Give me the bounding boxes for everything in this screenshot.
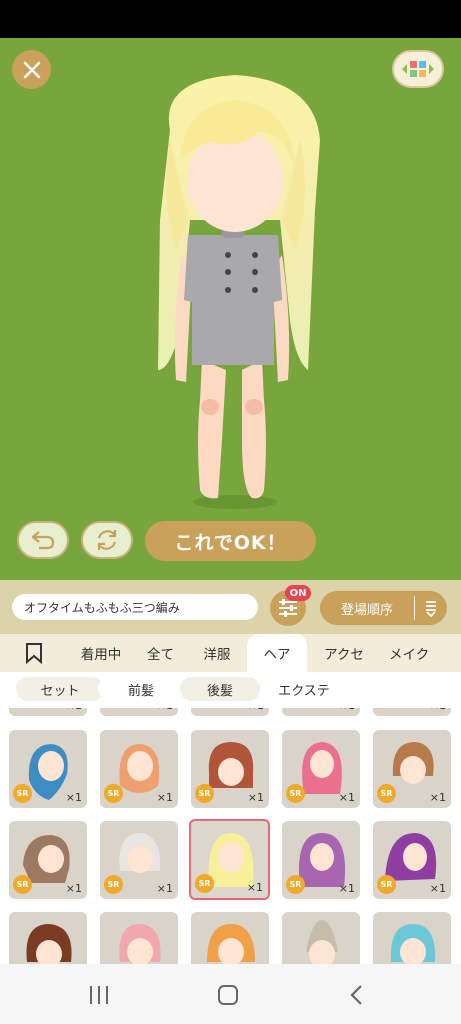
item-grid: ×1 ×1 ×1 ×1 ×1 SR ×1 SR ×1 SR ×1 SR ×1 S… [0, 708, 461, 964]
subtab-extension[interactable]: エクステ [262, 677, 346, 701]
recent-apps-icon[interactable] [88, 984, 110, 1006]
rotate-icon [97, 530, 117, 550]
sort-direction-icon[interactable] [415, 599, 447, 617]
rarity-badge: SR [13, 875, 32, 894]
tab-accessory[interactable]: アクセ [307, 634, 381, 672]
item-count: ×1 [157, 708, 173, 712]
hair-thumbnail [306, 920, 338, 964]
avatar-character [158, 75, 320, 509]
back-icon[interactable] [346, 984, 368, 1006]
hair-thumbnail [390, 924, 436, 964]
item-count: ×1 [430, 708, 446, 712]
item-count: ×1 [339, 708, 355, 712]
close-icon [23, 61, 40, 78]
item-count: ×1 [156, 791, 173, 804]
item-card[interactable]: SR ×1 [100, 730, 178, 808]
rarity-badge: SR [377, 784, 396, 803]
hair-thumbnail [26, 924, 72, 964]
item-card[interactable]: ×1 [191, 708, 269, 716]
rarity-badge: SR [377, 875, 396, 894]
home-icon[interactable] [217, 984, 239, 1006]
item-card[interactable]: SR ×1 [9, 821, 87, 899]
item-count: ×1 [247, 791, 264, 804]
close-button[interactable] [12, 50, 51, 89]
item-card[interactable]: SR ×1 [282, 821, 360, 899]
item-card-selected[interactable]: SR ×1 [189, 819, 270, 900]
item-card[interactable] [282, 912, 360, 964]
rarity-badge: SR [195, 874, 214, 893]
undo-icon [31, 531, 55, 550]
item-card[interactable]: SR ×1 [100, 821, 178, 899]
layout-toggle-button[interactable] [392, 50, 444, 88]
tab-makeup[interactable]: メイク [381, 634, 461, 672]
sort-order-label: 登場順序 [340, 602, 393, 618]
subtab-set[interactable]: セット [16, 677, 104, 701]
item-count: ×1 [429, 791, 446, 804]
item-count: ×1 [156, 882, 173, 895]
item-card[interactable]: SR ×1 [373, 730, 451, 808]
subtab-back-hair[interactable]: 後髪 [180, 677, 260, 701]
item-count: ×1 [338, 882, 355, 895]
tab-bookmark[interactable] [0, 634, 68, 672]
system-nav-bar [0, 964, 461, 1024]
filter-on-badge: ON [285, 585, 311, 601]
item-count: ×1 [66, 708, 82, 712]
item-card[interactable] [191, 912, 269, 964]
rarity-badge: SR [286, 875, 305, 894]
undo-button[interactable] [17, 521, 69, 559]
hair-thumbnail [207, 924, 255, 964]
item-card[interactable]: SR ×1 [282, 730, 360, 808]
item-card[interactable]: ×1 [282, 708, 360, 716]
tab-hair[interactable]: ヘア [247, 634, 307, 672]
sort-divider [414, 596, 415, 620]
rarity-badge: SR [195, 784, 214, 803]
tab-clothes[interactable]: 洋服 [187, 634, 247, 672]
rotate-button[interactable] [81, 521, 133, 559]
item-card[interactable]: ×1 [9, 708, 87, 716]
rarity-badge: SR [13, 784, 32, 803]
item-count: ×1 [65, 882, 82, 895]
screen: これでOK！ オフタイムもふもふ三つ編み ON 登場順序 着用中 全て 洋服 ヘ… [0, 0, 461, 1024]
item-card[interactable]: SR ×1 [373, 821, 451, 899]
item-name-field[interactable]: オフタイムもふもふ三つ編み [12, 594, 258, 620]
item-card[interactable]: ×1 [373, 708, 451, 716]
hair-thumbnail [119, 924, 161, 964]
item-card[interactable]: SR ×1 [191, 730, 269, 808]
bookmark-icon [26, 643, 42, 664]
grid-arrows-icon [402, 61, 434, 77]
tab-all[interactable]: 全て [134, 634, 187, 672]
rarity-badge: SR [286, 784, 305, 803]
item-count: ×1 [246, 881, 263, 894]
sliders-icon [279, 599, 297, 617]
status-bar [0, 0, 461, 38]
subtab-bangs[interactable]: 前髪 [98, 677, 184, 701]
item-count: ×1 [248, 708, 264, 712]
item-card[interactable] [9, 912, 87, 964]
category-tabs: 着用中 全て 洋服 ヘア アクセ メイク [0, 634, 461, 672]
item-card[interactable]: ×1 [100, 708, 178, 716]
item-card[interactable] [100, 912, 178, 964]
item-count: ×1 [429, 882, 446, 895]
rarity-badge: SR [104, 784, 123, 803]
confirm-ok-button[interactable]: これでOK！ [145, 521, 316, 561]
item-count: ×1 [65, 791, 82, 804]
rarity-badge: SR [104, 875, 123, 894]
item-card[interactable] [373, 912, 451, 964]
sort-order-button[interactable]: 登場順序 [320, 591, 447, 625]
tab-wearing[interactable]: 着用中 [68, 634, 134, 672]
item-card[interactable]: SR ×1 [9, 730, 87, 808]
item-count: ×1 [338, 791, 355, 804]
